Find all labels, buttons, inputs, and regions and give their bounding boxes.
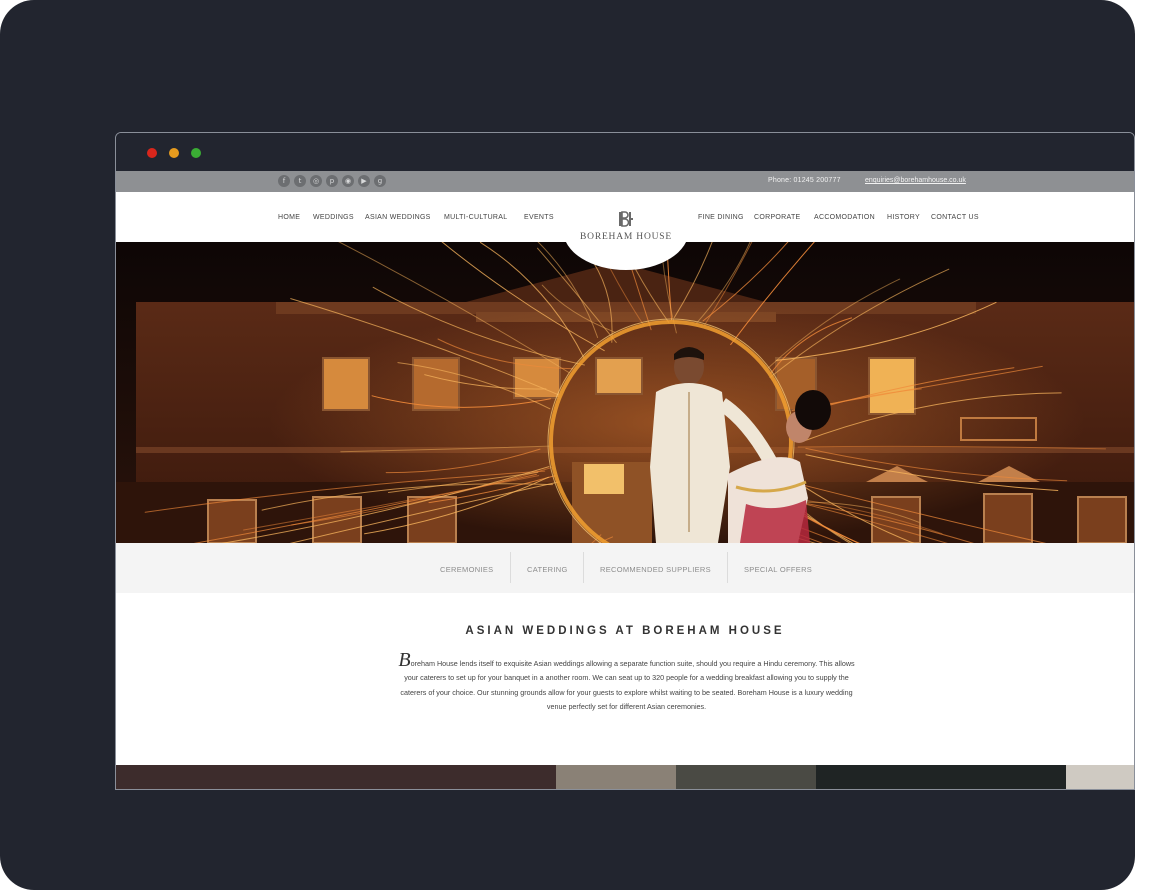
nav-multi-cultural[interactable]: MULTI-CULTURAL (444, 214, 507, 221)
drop-cap: B (398, 649, 411, 671)
close-window-button[interactable] (147, 148, 157, 158)
pinterest-icon[interactable]: p (326, 175, 338, 187)
logo-text: BOREHAM HOUSE (580, 232, 672, 242)
subnav-divider (510, 552, 511, 583)
social-icons: f t ◎ p ◉ ▶ g (278, 175, 386, 187)
nav-contact-us[interactable]: CONTACT US (931, 214, 979, 221)
browser-window: f t ◎ p ◉ ▶ g Phone: 01245 200777 enquiries@bo… (115, 132, 1135, 790)
nav-history[interactable]: HISTORY (887, 214, 920, 221)
page-title: ASIAN WEDDINGS AT BOREHAM HOUSE (465, 625, 785, 637)
nav-events[interactable]: EVENTS (524, 214, 554, 221)
facebook-icon[interactable]: f (278, 175, 290, 187)
googleplus-icon[interactable]: g (374, 175, 386, 187)
youtube-icon[interactable]: ▶ (358, 175, 370, 187)
nav-weddings[interactable]: WEDDINGS (313, 214, 354, 221)
intro-text: oreham House lends itself to exquisite A… (400, 659, 855, 711)
website: f t ◎ p ◉ ▶ g Phone: 01245 200777 enquiries@bo… (116, 171, 1134, 789)
nav-accomodation[interactable]: ACCOMODATION (814, 214, 875, 221)
email-link[interactable]: enquiries@borehamhouse.co.uk (865, 177, 966, 184)
phone-number[interactable]: Phone: 01245 200777 (768, 177, 841, 184)
sub-nav: CEREMONIES CATERING RECOMMENDED SUPPLIER… (116, 543, 1134, 593)
subnav-catering[interactable]: CATERING (527, 565, 568, 574)
hero-photo-illustration (116, 242, 1134, 543)
subnav-ceremonies[interactable]: CEREMONIES (440, 565, 493, 574)
subnav-divider (727, 552, 728, 583)
maximize-window-button[interactable] (191, 148, 201, 158)
content-section: ASIAN WEDDINGS AT BOREHAM HOUSE Boreham … (116, 593, 1134, 765)
site-logo[interactable]: BOREHAM HOUSE (563, 192, 689, 270)
intro-paragraph: Boreham House lends itself to exquisite … (395, 650, 858, 714)
instagram-icon[interactable]: ◎ (310, 175, 322, 187)
tripadvisor-icon[interactable]: ◉ (342, 175, 354, 187)
browser-titlebar (116, 133, 1134, 171)
subnav-divider (583, 552, 584, 583)
logo-monogram-icon (619, 211, 633, 227)
nav-corporate[interactable]: CORPORATE (754, 214, 801, 221)
device-frame: f t ◎ p ◉ ▶ g Phone: 01245 200777 enquiries@bo… (0, 0, 1135, 890)
nav-fine-dining[interactable]: FINE DINING (698, 214, 744, 221)
top-bar: f t ◎ p ◉ ▶ g Phone: 01245 200777 enquiries@bo… (116, 171, 1134, 192)
next-image-preview (116, 765, 1134, 789)
subnav-recommended-suppliers[interactable]: RECOMMENDED SUPPLIERS (600, 565, 711, 574)
nav-asian-weddings[interactable]: ASIAN WEDDINGS (365, 214, 431, 221)
subnav-special-offers[interactable]: SPECIAL OFFERS (744, 565, 812, 574)
twitter-icon[interactable]: t (294, 175, 306, 187)
minimize-window-button[interactable] (169, 148, 179, 158)
hero-image (116, 242, 1134, 543)
next-section-image (116, 765, 1134, 789)
nav-home[interactable]: HOME (278, 214, 300, 221)
